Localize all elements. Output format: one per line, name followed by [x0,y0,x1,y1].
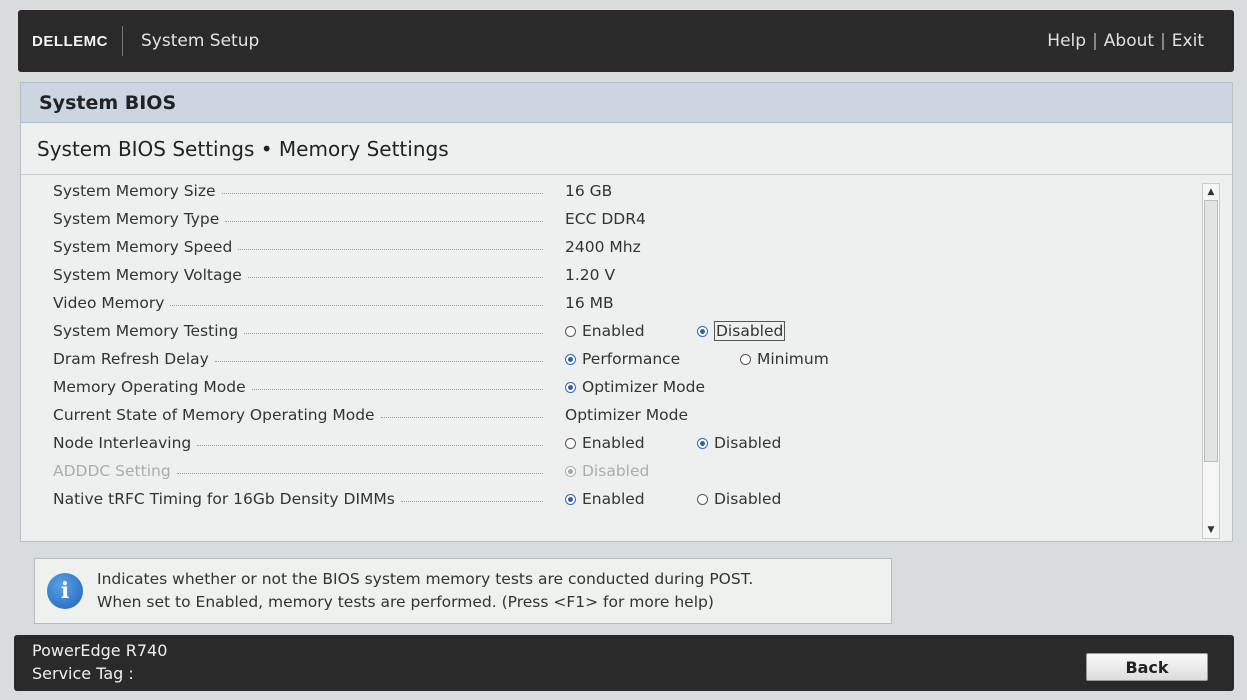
exit-link[interactable]: Exit [1172,31,1204,51]
node-interleaving-enabled-radio[interactable]: Enabled [565,434,645,452]
dram-refresh-performance-radio[interactable]: Performance [565,350,680,368]
system-model: PowerEdge R740 [32,641,168,660]
dotted-leader [214,360,543,362]
node-interleaving-disabled-radio[interactable]: Disabled [697,434,781,452]
setting-row-memory-testing: System Memory Testing Enabled Disabled [53,317,1203,345]
radio-selected-icon [565,465,576,477]
radio-label: Enabled [582,434,645,452]
setting-row-memory-size: System Memory Size 16 GB [53,177,1203,205]
setting-row-node-interleaving: Node Interleaving Enabled Disabled [53,429,1203,457]
page-title: System BIOS [21,83,1232,123]
setting-label: ADDDC Setting [53,462,171,480]
radio-selected-icon [697,437,708,449]
brand-divider [122,26,123,56]
top-links: Help | About | Exit [1047,31,1204,51]
radio-icon [740,353,751,365]
dotted-leader [380,416,543,418]
scroll-down-arrow-icon[interactable]: ▼ [1203,522,1219,538]
setting-row-memory-operating-mode: Memory Operating Mode Optimizer Mode [53,373,1203,401]
help-link[interactable]: Help [1047,31,1086,51]
memory-testing-disabled-radio[interactable]: Disabled [697,321,786,341]
dell-emc-logo: DELLEMC [32,32,108,50]
dotted-leader [244,332,543,334]
radio-icon [565,325,576,337]
setting-row-memory-speed: System Memory Speed 2400 Mhz [53,233,1203,261]
dotted-leader [221,192,543,194]
setting-label: Memory Operating Mode [53,378,246,396]
setting-label: Native tRFC Timing for 16Gb Density DIMM… [53,490,395,508]
setting-value: 2400 Mhz [565,238,641,256]
setting-value: ECC DDR4 [565,210,646,228]
settings-list: System Memory Size 16 GB System Memory T… [53,177,1203,513]
setting-label: System Memory Voltage [53,266,242,284]
setting-value: 16 GB [565,182,613,200]
dotted-leader [176,472,543,474]
setting-label: Video Memory [53,294,165,312]
optimizer-mode-radio[interactable]: Optimizer Mode [565,378,705,396]
setting-row-video-memory: Video Memory 16 MB [53,289,1203,317]
radio-label: Enabled [582,490,645,508]
setting-value: Optimizer Mode [565,406,689,424]
setting-row-native-trfc: Native tRFC Timing for 16Gb Density DIMM… [53,485,1203,513]
app-title: System Setup [141,31,260,51]
back-button[interactable]: Back [1086,653,1208,681]
setting-label: System Memory Size [53,182,216,200]
help-line: When set to Enabled, memory tests are pe… [97,593,714,611]
service-tag-label: Service Tag : [32,664,134,683]
radio-selected-icon [697,325,708,337]
top-bar: DELLEMC System Setup Help | About | Exit [18,10,1234,72]
setting-row-memory-type: System Memory Type ECC DDR4 [53,205,1203,233]
help-box: i Indicates whether or not the BIOS syst… [34,558,892,624]
section-title: System BIOS Settings • Memory Settings [21,123,1232,175]
setting-label: Current State of Memory Operating Mode [53,406,375,424]
dram-refresh-minimum-radio[interactable]: Minimum [740,350,829,368]
scroll-thumb[interactable] [1204,200,1218,462]
dotted-leader [238,248,543,250]
radio-label: Disabled [582,462,650,480]
link-separator: | [1160,31,1166,51]
dotted-leader [251,388,543,390]
setting-label: System Memory Testing [53,322,239,340]
native-trfc-disabled-radio[interactable]: Disabled [697,490,781,508]
native-trfc-enabled-radio[interactable]: Enabled [565,490,645,508]
memory-testing-enabled-radio[interactable]: Enabled [565,322,645,340]
radio-label: Disabled [714,490,782,508]
adddc-disabled-radio: Disabled [565,462,649,480]
setting-value: 1.20 V [565,266,616,284]
setting-label: Node Interleaving [53,434,192,452]
radio-icon [697,493,708,505]
help-line: Indicates whether or not the BIOS system… [97,570,754,588]
setting-row-dram-refresh-delay: Dram Refresh Delay Performance Minimum [53,345,1203,373]
radio-label: Enabled [582,322,645,340]
radio-label: Optimizer Mode [582,378,706,396]
setting-label: Dram Refresh Delay [53,350,209,368]
about-link[interactable]: About [1104,31,1154,51]
dotted-leader [197,444,543,446]
dotted-leader [247,276,543,278]
setting-label: System Memory Speed [53,238,233,256]
main-panel: System BIOS System BIOS Settings • Memor… [20,82,1233,542]
scroll-up-arrow-icon[interactable]: ▲ [1203,184,1219,200]
setting-value: 16 MB [565,294,614,312]
radio-selected-icon [565,381,576,393]
setting-row-current-operating-mode: Current State of Memory Operating Mode O… [53,401,1203,429]
radio-selected-icon [565,353,576,365]
info-icon: i [47,573,83,609]
radio-label: Minimum [757,350,829,368]
radio-label: Disabled [714,434,782,452]
dotted-leader [225,220,543,222]
setting-row-adddc: ADDDC Setting Disabled [53,457,1203,485]
radio-label: Performance [582,350,681,368]
setting-row-memory-voltage: System Memory Voltage 1.20 V [53,261,1203,289]
link-separator: | [1092,31,1098,51]
settings-scrollbar[interactable]: ▲ ▼ [1202,183,1220,539]
radio-icon [565,437,576,449]
radio-selected-icon [565,493,576,505]
setting-label: System Memory Type [53,210,220,228]
dotted-leader [400,500,543,502]
footer-bar: PowerEdge R740 Service Tag : Back [14,635,1234,691]
dotted-leader [170,304,543,306]
radio-label: Disabled [714,321,786,341]
help-text: Indicates whether or not the BIOS system… [97,568,753,614]
